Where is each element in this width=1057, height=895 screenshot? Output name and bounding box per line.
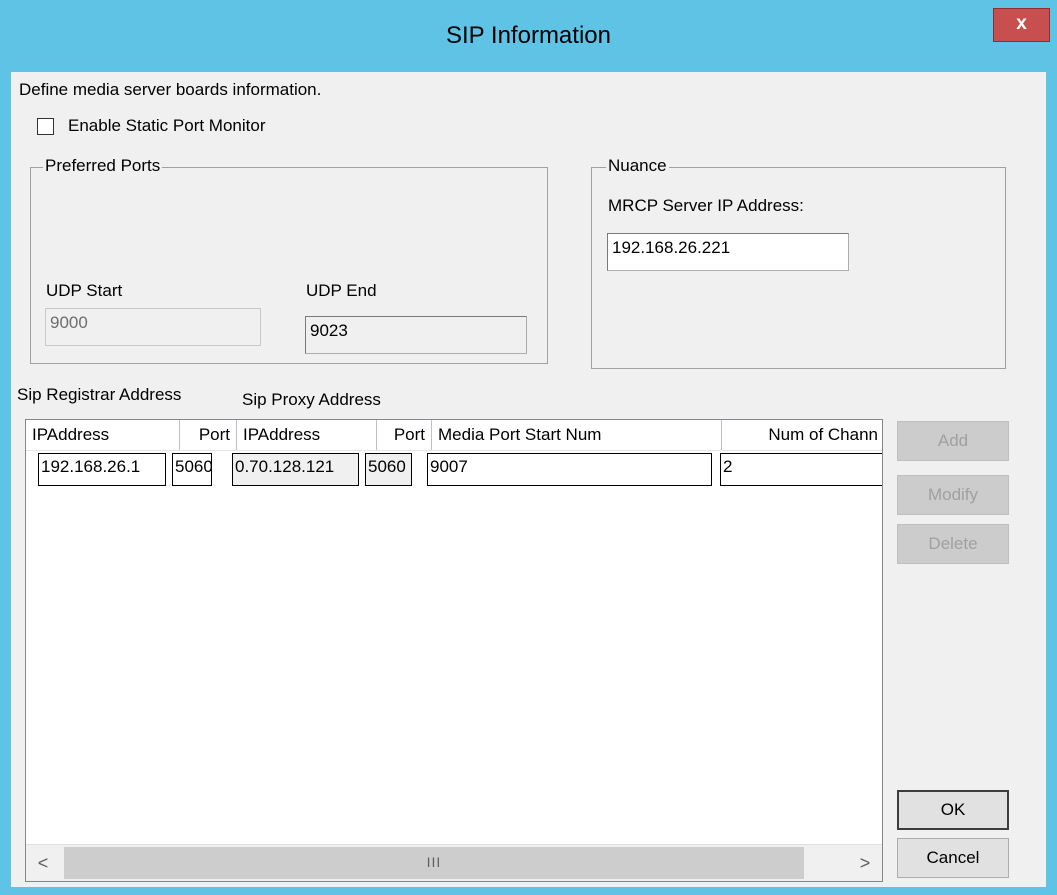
num-channels-cell[interactable]: 2 [720, 453, 882, 486]
column-header-proxy-port[interactable]: Port [377, 420, 432, 450]
close-button[interactable]: x [993, 8, 1050, 42]
table-header: IPAddress Port IPAddress Port Media Port… [26, 420, 882, 451]
column-header-registrar-port[interactable]: Port [180, 420, 237, 450]
add-button[interactable]: Add [897, 421, 1009, 461]
udp-end-input[interactable]: 9023 [305, 316, 527, 354]
static-port-monitor-checkbox[interactable] [37, 118, 54, 135]
ok-button[interactable]: OK [897, 790, 1009, 830]
cancel-button[interactable]: Cancel [897, 838, 1009, 878]
sip-registrar-label: Sip Registrar Address [17, 385, 182, 404]
udp-start-input[interactable]: 9000 [45, 308, 261, 346]
dialog-client-area: Define media server boards information. … [11, 72, 1046, 887]
column-header-proxy-ip[interactable]: IPAddress [237, 420, 377, 450]
sip-proxy-label: Sip Proxy Address [242, 390, 381, 409]
scrollbar-thumb[interactable]: III [64, 847, 804, 879]
column-header-media-port-start[interactable]: Media Port Start Num [432, 420, 722, 450]
proxy-port-cell[interactable]: 5060 [365, 453, 412, 486]
modify-button[interactable]: Modify [897, 475, 1009, 515]
nuance-title: Nuance [606, 156, 669, 176]
description-text: Define media server boards information. [19, 80, 322, 99]
scroll-right-icon[interactable]: > [848, 845, 882, 881]
proxy-ip-cell[interactable]: 0.70.128.121 [232, 453, 359, 486]
udp-start-label: UDP Start [46, 281, 123, 300]
column-header-num-channels[interactable]: Num of Chann [722, 420, 882, 450]
preferred-ports-title: Preferred Ports [43, 156, 163, 176]
mrcp-server-label: MRCP Server IP Address: [608, 196, 804, 215]
registrar-port-cell[interactable]: 5060 [172, 453, 212, 486]
title-bar[interactable]: SIP Information x [0, 0, 1057, 72]
static-port-monitor-label: Enable Static Port Monitor [68, 116, 266, 135]
mrcp-server-ip-input[interactable]: 192.168.26.221 [607, 233, 849, 271]
column-header-registrar-ip[interactable]: IPAddress [26, 420, 180, 450]
media-port-start-cell[interactable]: 9007 [427, 453, 712, 486]
udp-end-label: UDP End [306, 281, 377, 300]
close-icon: x [1016, 13, 1027, 34]
horizontal-scrollbar[interactable]: < III > [26, 844, 882, 881]
sip-address-table[interactable]: IPAddress Port IPAddress Port Media Port… [25, 419, 883, 882]
registrar-ip-cell[interactable]: 192.168.26.1 [38, 453, 166, 486]
sip-information-window: SIP Information x Define media server bo… [0, 0, 1057, 895]
scroll-left-icon[interactable]: < [26, 845, 60, 881]
delete-button[interactable]: Delete [897, 524, 1009, 564]
window-title: SIP Information [446, 22, 611, 49]
